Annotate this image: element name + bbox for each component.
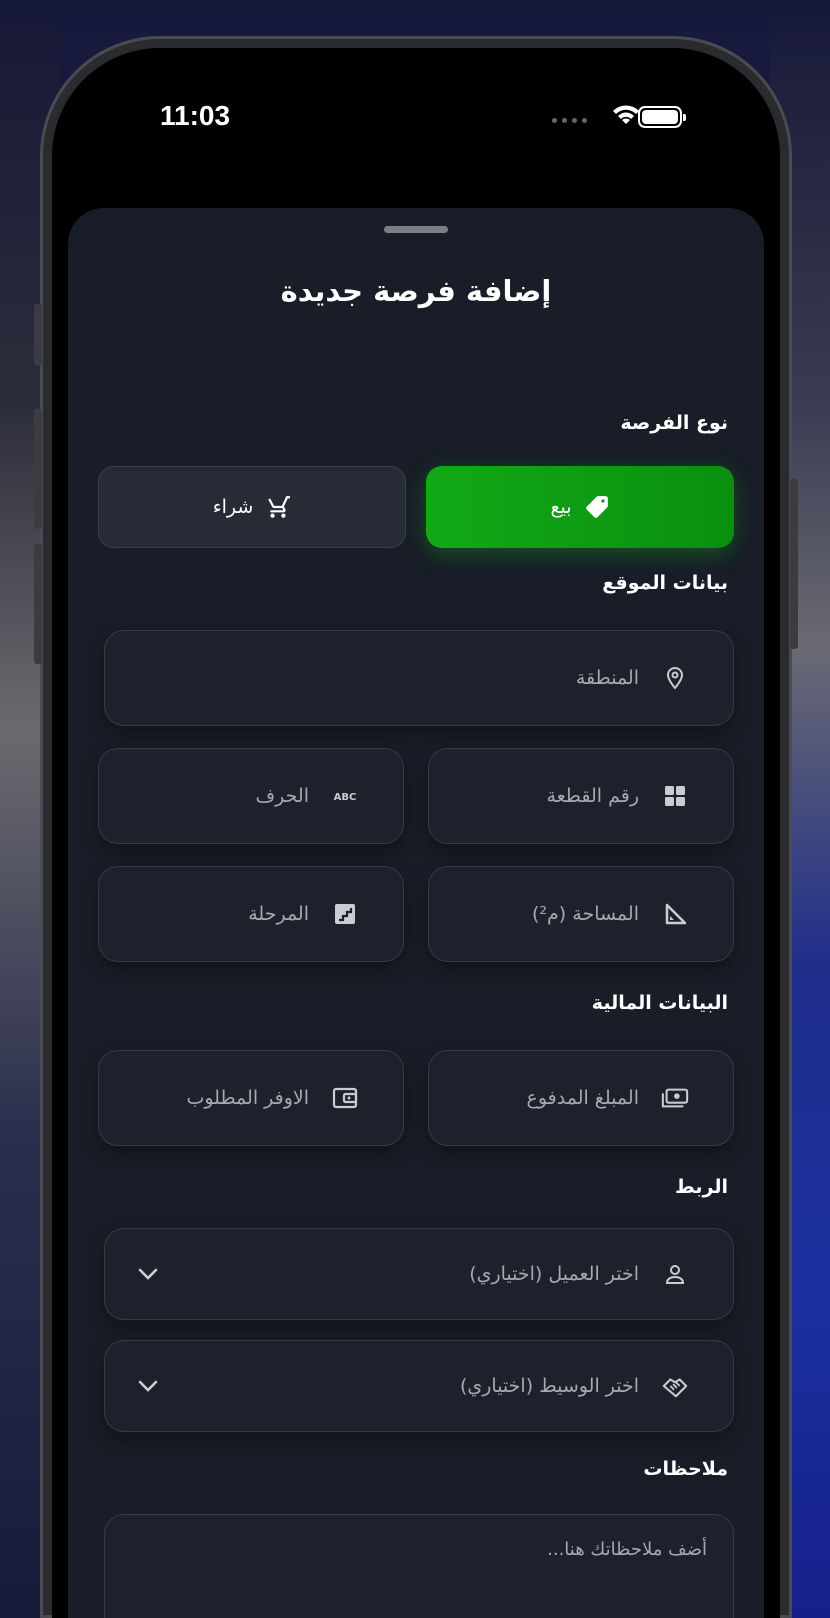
- space-placeholder: المساحة (م²): [532, 903, 639, 925]
- battery-icon: [638, 106, 686, 128]
- cart-icon: [268, 496, 291, 518]
- letter-field[interactable]: ABC الحرف: [98, 748, 404, 844]
- notes-textarea[interactable]: أضف ملاحظاتك هنا...: [104, 1514, 734, 1618]
- wifi-icon: [613, 105, 639, 124]
- letter-placeholder: الحرف: [255, 785, 309, 807]
- grid-icon: [661, 782, 689, 810]
- opportunity-type-label: نوع الفرصة: [620, 412, 728, 434]
- notes-placeholder: أضف ملاحظاتك هنا...: [547, 1539, 707, 1560]
- sell-button[interactable]: بيع: [426, 466, 734, 548]
- add-opportunity-sheet: إضافة فرصة جديدة نوع الفرصة بيع شراء بيا…: [68, 208, 764, 1618]
- volume-up-button: [34, 409, 42, 529]
- required-savings-placeholder: الاوفر المطلوب: [186, 1087, 309, 1109]
- mute-switch: [34, 304, 42, 366]
- paid-amount-field[interactable]: المبلغ المدفوع: [428, 1050, 734, 1146]
- buy-button[interactable]: شراء: [98, 466, 406, 548]
- abc-icon: ABC: [331, 782, 359, 810]
- area-placeholder: المنطقة: [575, 667, 639, 689]
- plot-number-field[interactable]: رقم القطعة: [428, 748, 734, 844]
- broker-select[interactable]: اختر الوسيط (اختياري): [104, 1340, 734, 1432]
- signal-icon: [552, 118, 587, 123]
- stairs-icon: [331, 900, 359, 928]
- square-foot-icon: [661, 900, 689, 928]
- handshake-icon: [661, 1372, 689, 1400]
- person-icon: [661, 1260, 689, 1288]
- location-pin-icon: [661, 664, 689, 692]
- space-field[interactable]: المساحة (م²): [428, 866, 734, 962]
- broker-placeholder: اختر الوسيط (اختياري): [459, 1375, 639, 1397]
- phase-field[interactable]: المرحلة: [98, 866, 404, 962]
- linking-label: الربط: [675, 1176, 728, 1198]
- volume-down-button: [34, 544, 42, 664]
- plot-number-placeholder: رقم القطعة: [546, 785, 639, 807]
- status-time: 11:03: [160, 100, 231, 131]
- dynamic-island: [332, 88, 502, 128]
- wallet-icon: [331, 1084, 359, 1112]
- sheet-title: إضافة فرصة جديدة: [280, 274, 552, 308]
- tag-icon: [585, 496, 608, 518]
- sell-label: بيع: [550, 496, 572, 518]
- client-select[interactable]: اختر العميل (اختياري): [104, 1228, 734, 1320]
- chevron-down-icon: [138, 1380, 158, 1392]
- paid-amount-placeholder: المبلغ المدفوع: [526, 1087, 640, 1109]
- required-savings-field[interactable]: الاوفر المطلوب: [98, 1050, 404, 1146]
- financial-label: البيانات المالية: [591, 992, 728, 1014]
- svg-text:ABC: ABC: [334, 792, 357, 803]
- payments-icon: [661, 1084, 689, 1112]
- phase-placeholder: المرحلة: [248, 903, 309, 925]
- chevron-down-icon: [138, 1268, 158, 1280]
- client-placeholder: اختر العميل (اختياري): [469, 1263, 639, 1285]
- sheet-grabber[interactable]: [384, 226, 448, 233]
- notes-label: ملاحظات: [643, 1458, 728, 1480]
- power-button: [790, 479, 798, 649]
- buy-label: شراء: [212, 496, 254, 518]
- screen: 11:03 إضافة فرصة جديدة نوع الفرصة بيع شر…: [52, 48, 780, 1618]
- location-label: بيانات الموقع: [602, 572, 728, 594]
- area-field[interactable]: المنطقة: [104, 630, 734, 726]
